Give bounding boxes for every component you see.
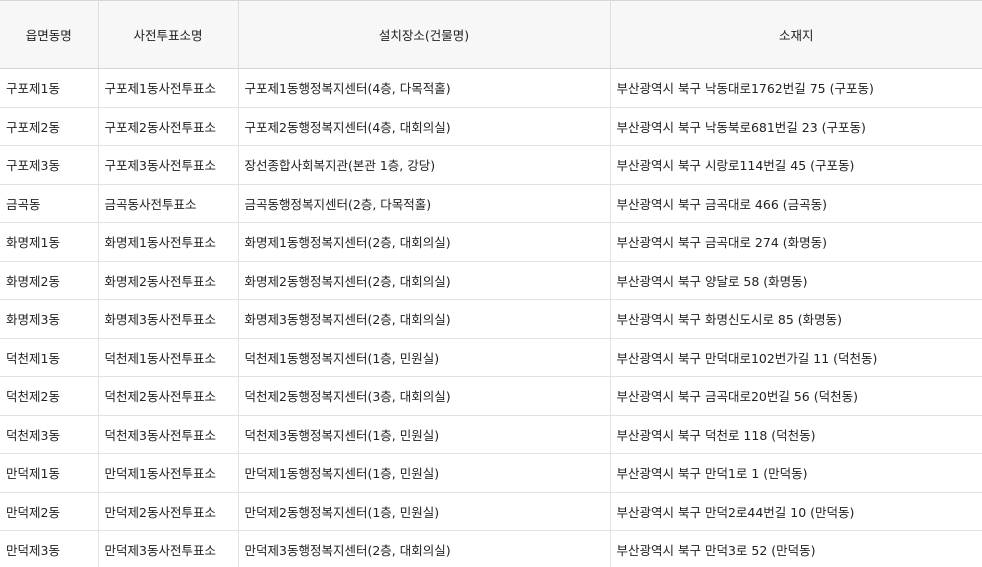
cell-district: 만덕제3동 bbox=[0, 530, 99, 567]
cell-district: 구포제2동 bbox=[0, 107, 99, 146]
cell-station-name: 덕천제2동사전투표소 bbox=[98, 376, 239, 416]
cell-address: 부산광역시 북구 만덕1로 1 (만덕동) bbox=[610, 453, 982, 493]
header-district: 읍면동명 bbox=[0, 0, 99, 69]
cell-district: 화명제1동 bbox=[0, 222, 99, 262]
cell-location-building: 장선종합사회복지관(본관 1층, 강당) bbox=[238, 145, 611, 185]
header-address: 소재지 bbox=[610, 0, 982, 69]
table-row: 만덕제2동 만덕제2동사전투표소 만덕제2동행정복지센터(1층, 민원실) 부산광역시… bbox=[0, 492, 982, 531]
cell-location-building: 화명제2동행정복지센터(2층, 대회의실) bbox=[238, 261, 611, 300]
cell-station-name: 만덕제3동사전투표소 bbox=[98, 530, 239, 567]
table-row: 만덕제3동 만덕제3동사전투표소 만덕제3동행정복지센터(2층, 대회의실) 부산광역… bbox=[0, 530, 982, 567]
cell-station-name: 만덕제1동사전투표소 bbox=[98, 453, 239, 493]
table-row: 구포제1동 구포제1동사전투표소 구포제1동행정복지센터(4층, 다목적홀) 부산광역… bbox=[0, 68, 982, 108]
cell-location-building: 금곡동행정복지센터(2층, 다목적홀) bbox=[238, 184, 611, 223]
table-row: 화명제1동 화명제1동사전투표소 화명제1동행정복지센터(2층, 대회의실) 부산광역… bbox=[0, 222, 982, 262]
header-station-name: 사전투표소명 bbox=[98, 0, 239, 69]
table-row: 금곡동 금곡동사전투표소 금곡동행정복지센터(2층, 다목적홀) 부산광역시 북구 금… bbox=[0, 184, 982, 223]
cell-location-building: 만덕제2동행정복지센터(1층, 민원실) bbox=[238, 492, 611, 531]
cell-district: 덕천제3동 bbox=[0, 415, 99, 454]
cell-district: 구포제3동 bbox=[0, 145, 99, 185]
cell-address: 부산광역시 북구 덕천로 118 (덕천동) bbox=[610, 415, 982, 454]
header-row: 읍면동명 사전투표소명 설치장소(건물명) 소재지 bbox=[0, 0, 982, 69]
table-row: 덕천제1동 덕천제1동사전투표소 덕천제1동행정복지센터(1층, 민원실) 부산광역시… bbox=[0, 338, 982, 377]
cell-location-building: 구포제2동행정복지센터(4층, 대회의실) bbox=[238, 107, 611, 146]
cell-address: 부산광역시 북구 금곡대로 466 (금곡동) bbox=[610, 184, 982, 223]
cell-station-name: 화명제2동사전투표소 bbox=[98, 261, 239, 300]
cell-district: 만덕제1동 bbox=[0, 453, 99, 493]
cell-address: 부산광역시 북구 화명신도시로 85 (화명동) bbox=[610, 299, 982, 339]
cell-location-building: 만덕제3동행정복지센터(2층, 대회의실) bbox=[238, 530, 611, 567]
cell-location-building: 덕천제2동행정복지센터(3층, 대회의실) bbox=[238, 376, 611, 416]
cell-district: 구포제1동 bbox=[0, 68, 99, 108]
cell-location-building: 화명제1동행정복지센터(2층, 대회의실) bbox=[238, 222, 611, 262]
table-row: 구포제3동 구포제3동사전투표소 장선종합사회복지관(본관 1층, 강당) 부산광역시… bbox=[0, 145, 982, 185]
cell-station-name: 덕천제1동사전투표소 bbox=[98, 338, 239, 377]
cell-location-building: 만덕제1동행정복지센터(1층, 민원실) bbox=[238, 453, 611, 493]
table-body: 구포제1동 구포제1동사전투표소 구포제1동행정복지센터(4층, 다목적홀) 부산광역… bbox=[0, 68, 982, 567]
cell-address: 부산광역시 북구 만덕대로102번가길 11 (덕천동) bbox=[610, 338, 982, 377]
cell-station-name: 구포제2동사전투표소 bbox=[98, 107, 239, 146]
cell-district: 덕천제2동 bbox=[0, 376, 99, 416]
cell-address: 부산광역시 북구 금곡대로20번길 56 (덕천동) bbox=[610, 376, 982, 416]
cell-station-name: 덕천제3동사전투표소 bbox=[98, 415, 239, 454]
table-row: 덕천제3동 덕천제3동사전투표소 덕천제3동행정복지센터(1층, 민원실) 부산광역시… bbox=[0, 415, 982, 454]
cell-location-building: 덕천제1동행정복지센터(1층, 민원실) bbox=[238, 338, 611, 377]
table-row: 만덕제1동 만덕제1동사전투표소 만덕제1동행정복지센터(1층, 민원실) 부산광역시… bbox=[0, 453, 982, 493]
cell-station-name: 화명제3동사전투표소 bbox=[98, 299, 239, 339]
table-header: 읍면동명 사전투표소명 설치장소(건물명) 소재지 bbox=[0, 0, 982, 69]
cell-district: 화명제2동 bbox=[0, 261, 99, 300]
cell-location-building: 구포제1동행정복지센터(4층, 다목적홀) bbox=[238, 68, 611, 108]
polling-station-table: 읍면동명 사전투표소명 설치장소(건물명) 소재지 구포제1동 구포제1동사전투표… bbox=[0, 0, 982, 567]
cell-station-name: 금곡동사전투표소 bbox=[98, 184, 239, 223]
header-location-building: 설치장소(건물명) bbox=[238, 0, 611, 69]
cell-district: 금곡동 bbox=[0, 184, 99, 223]
cell-address: 부산광역시 북구 양달로 58 (화명동) bbox=[610, 261, 982, 300]
table-row: 화명제2동 화명제2동사전투표소 화명제2동행정복지센터(2층, 대회의실) 부산광역… bbox=[0, 261, 982, 300]
cell-district: 만덕제2동 bbox=[0, 492, 99, 531]
cell-address: 부산광역시 북구 낙동북로681번길 23 (구포동) bbox=[610, 107, 982, 146]
cell-station-name: 구포제1동사전투표소 bbox=[98, 68, 239, 108]
cell-district: 덕천제1동 bbox=[0, 338, 99, 377]
cell-station-name: 화명제1동사전투표소 bbox=[98, 222, 239, 262]
cell-location-building: 덕천제3동행정복지센터(1층, 민원실) bbox=[238, 415, 611, 454]
cell-station-name: 만덕제2동사전투표소 bbox=[98, 492, 239, 531]
table-row: 덕천제2동 덕천제2동사전투표소 덕천제2동행정복지센터(3층, 대회의실) 부산광역… bbox=[0, 376, 982, 416]
table-row: 구포제2동 구포제2동사전투표소 구포제2동행정복지센터(4층, 대회의실) 부산광역… bbox=[0, 107, 982, 146]
cell-location-building: 화명제3동행정복지센터(2층, 대회의실) bbox=[238, 299, 611, 339]
cell-district: 화명제3동 bbox=[0, 299, 99, 339]
table-row: 화명제3동 화명제3동사전투표소 화명제3동행정복지센터(2층, 대회의실) 부산광역… bbox=[0, 299, 982, 339]
cell-address: 부산광역시 북구 금곡대로 274 (화명동) bbox=[610, 222, 982, 262]
cell-address: 부산광역시 북구 만덕3로 52 (만덕동) bbox=[610, 530, 982, 567]
cell-address: 부산광역시 북구 시랑로114번길 45 (구포동) bbox=[610, 145, 982, 185]
cell-address: 부산광역시 북구 만덕2로44번길 10 (만덕동) bbox=[610, 492, 982, 531]
cell-station-name: 구포제3동사전투표소 bbox=[98, 145, 239, 185]
cell-address: 부산광역시 북구 낙동대로1762번길 75 (구포동) bbox=[610, 68, 982, 108]
